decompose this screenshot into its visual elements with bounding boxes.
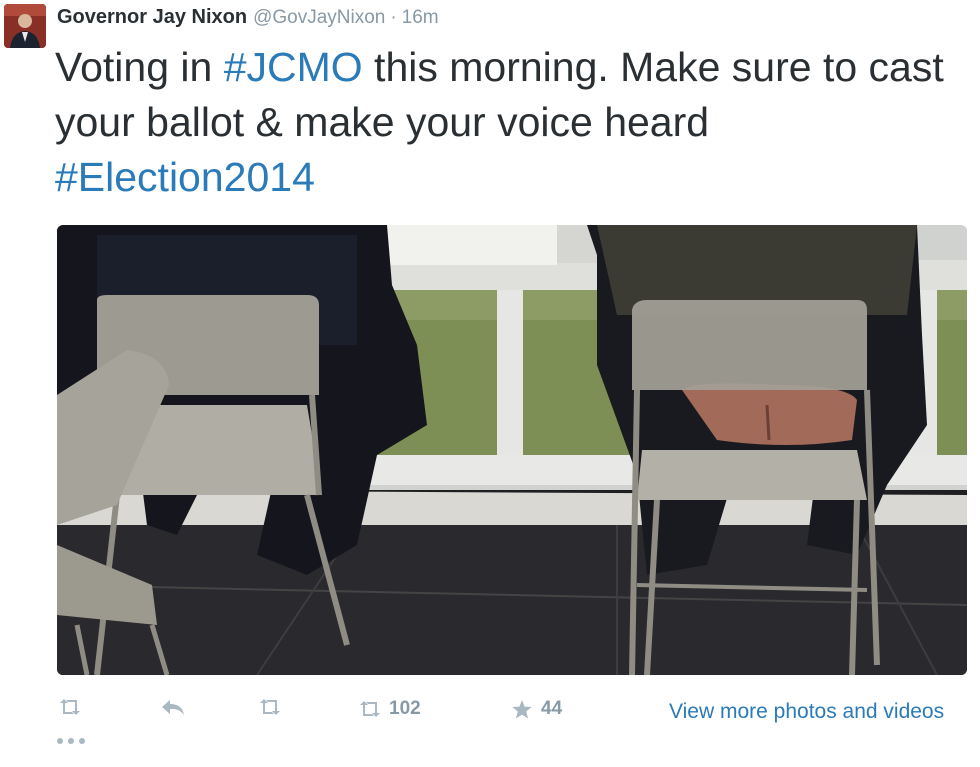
tweet-header: Governor Jay Nixon @GovJayNixon · 16m	[57, 6, 439, 34]
retweet-icon	[360, 701, 380, 717]
hashtag-link[interactable]: #Election2014	[55, 154, 315, 200]
favorite-count: 44	[541, 698, 563, 719]
avatar[interactable]	[4, 4, 46, 48]
retweet-icon	[260, 699, 280, 715]
retweet-button[interactable]	[259, 698, 281, 716]
author-username[interactable]: @GovJayNixon	[253, 7, 385, 29]
header-separator: ·	[390, 7, 397, 28]
hashtag-link[interactable]: #JCMO	[224, 44, 363, 90]
favorite-button[interactable]: 44	[511, 698, 562, 720]
reply-button[interactable]	[161, 698, 185, 716]
tweet-actions: 102 44 View more photos and videos	[57, 698, 972, 744]
favorite-icon	[512, 699, 532, 718]
photo-image	[57, 225, 967, 675]
tweet-timestamp[interactable]: 16m	[402, 7, 439, 29]
reply-icon	[162, 700, 184, 715]
more-icon[interactable]	[57, 738, 85, 744]
tweet-text-part: Voting in	[55, 44, 224, 90]
view-more-photos-link[interactable]: View more photos and videos	[669, 700, 944, 724]
retweet-button[interactable]	[59, 698, 81, 716]
retweet-count: 102	[389, 698, 421, 719]
tweet-photo[interactable]	[57, 225, 967, 675]
retweet-icon	[60, 699, 80, 715]
avatar-image	[4, 4, 46, 48]
tweet-text: Voting in #JCMO this morning. Make sure …	[55, 40, 955, 205]
author-fullname[interactable]: Governor Jay Nixon	[57, 6, 247, 29]
tweet: Governor Jay Nixon @GovJayNixon · 16m Vo…	[0, 0, 980, 767]
retweet-count-button[interactable]: 102	[359, 698, 421, 720]
